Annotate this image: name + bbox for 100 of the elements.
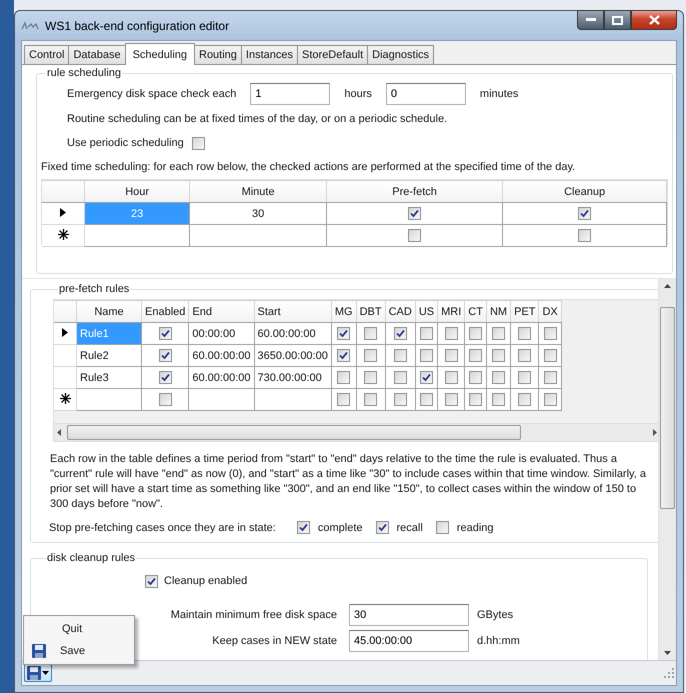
checkbox[interactable] (394, 371, 407, 384)
checkbox[interactable] (192, 136, 205, 150)
checkbox[interactable] (420, 327, 433, 340)
column-header: Minute (190, 180, 326, 202)
checkbox[interactable] (158, 393, 172, 406)
checkbox[interactable] (492, 393, 505, 406)
checkbox[interactable] (578, 207, 592, 220)
checkbox[interactable] (337, 393, 350, 406)
group-title: rule scheduling (46, 67, 122, 79)
tab[interactable]: Database (68, 45, 126, 64)
checkbox[interactable] (578, 229, 592, 242)
table-cell[interactable]: 730.00:00:00 (254, 366, 332, 388)
checkbox[interactable] (518, 327, 532, 340)
checkbox-label: complete (318, 522, 362, 534)
column-header: Start (254, 300, 332, 322)
tab[interactable]: StoreDefault (297, 45, 368, 64)
text-field[interactable]: 45.00:00:00 (349, 630, 469, 652)
checkbox[interactable] (296, 521, 310, 534)
checkbox[interactable] (364, 327, 378, 340)
tab[interactable]: Diagnostics (367, 45, 434, 64)
checkbox[interactable] (376, 521, 388, 534)
current-row-icon (60, 208, 66, 216)
checkbox[interactable] (394, 393, 407, 406)
column-header: DX (538, 300, 562, 322)
table-cell[interactable]: 60.00:00:00 (188, 366, 254, 388)
checkbox[interactable] (518, 349, 532, 362)
checkbox[interactable] (364, 371, 378, 384)
table-cell[interactable]: Rule3 (76, 366, 142, 388)
table-cell[interactable]: 60.00:00:00 (188, 344, 254, 366)
checkbox[interactable] (420, 371, 433, 384)
checkbox[interactable] (408, 207, 422, 220)
table-cell[interactable]: Rule2 (76, 344, 142, 366)
table-cell[interactable]: 30 (190, 202, 326, 224)
checkbox[interactable] (444, 327, 458, 340)
column-header: Pre-fetch (326, 180, 503, 202)
table-cell[interactable]: 00:00:00 (188, 322, 254, 344)
tab[interactable]: Routing (194, 45, 242, 64)
description-text: Routine scheduling can be at fixed times of the day, or on a periodic schedule. (67, 113, 448, 125)
checkbox[interactable] (420, 349, 433, 362)
label: Emergency disk space check each (67, 88, 236, 100)
text-field[interactable]: 0 (386, 83, 466, 105)
checkbox[interactable] (492, 349, 505, 362)
checkbox[interactable] (469, 327, 482, 340)
checkbox[interactable] (436, 521, 449, 534)
save-split-button[interactable] (24, 664, 52, 682)
checkbox[interactable] (364, 349, 378, 362)
checkbox[interactable] (408, 229, 422, 242)
column-header: Cleanup (502, 180, 666, 202)
checkbox[interactable] (444, 371, 458, 384)
tab[interactable]: Instances (240, 45, 298, 64)
minimize-button[interactable] (577, 10, 604, 30)
menu-item[interactable]: Save (60, 645, 86, 657)
checkbox[interactable] (518, 393, 532, 406)
window-title: WS1 back-end configuration editor (45, 18, 230, 32)
column-header: Enabled (142, 300, 189, 322)
checkbox[interactable] (518, 371, 532, 384)
label: Stop pre-fetching cases once they are in state: (49, 522, 276, 534)
checkbox[interactable] (158, 371, 172, 384)
horizontal-scrollbar[interactable] (54, 423, 658, 441)
text-field[interactable]: 1 (250, 83, 330, 105)
checkbox[interactable] (544, 371, 557, 384)
column-header: CT (464, 300, 486, 322)
label: Keep cases in NEW state (212, 635, 338, 647)
menu-item[interactable]: Quit (62, 623, 82, 635)
tab[interactable]: Scheduling (124, 43, 195, 65)
unit-label: d.hh:mm (477, 635, 521, 647)
checkbox[interactable] (337, 349, 350, 362)
checkbox[interactable] (469, 393, 482, 406)
text-field[interactable]: 30 (349, 604, 469, 626)
checkbox[interactable] (544, 349, 557, 362)
checkbox[interactable] (444, 349, 458, 362)
group-title: disk cleanup rules (46, 552, 136, 564)
checkbox[interactable] (158, 327, 172, 340)
table-cell[interactable]: 60.00:00:00 (254, 322, 332, 344)
checkbox[interactable] (444, 393, 458, 406)
checkbox[interactable] (394, 327, 407, 340)
checkbox[interactable] (492, 371, 505, 384)
checkbox[interactable] (145, 574, 158, 588)
checkbox[interactable] (364, 393, 378, 406)
checkbox[interactable] (337, 371, 350, 384)
close-icon (648, 15, 660, 25)
checkbox[interactable] (544, 327, 557, 340)
checkbox[interactable] (544, 393, 557, 406)
checkbox[interactable] (469, 349, 482, 362)
table-cell[interactable]: 3650.00:00:00 (254, 344, 332, 366)
checkbox[interactable] (337, 327, 350, 340)
column-header: PET (510, 300, 539, 322)
checkbox[interactable] (394, 349, 407, 362)
maximize-icon (612, 16, 623, 24)
column-header: Hour (84, 180, 190, 202)
checkbox[interactable] (492, 327, 505, 340)
checkbox[interactable] (469, 371, 482, 384)
checkbox[interactable] (420, 393, 433, 406)
column-header: CAD (385, 300, 416, 322)
column-header: DBT (356, 300, 386, 322)
tab[interactable]: Control (24, 45, 70, 64)
checkbox[interactable] (158, 349, 172, 362)
vertical-scrollbar[interactable] (658, 279, 676, 660)
maximize-button[interactable] (604, 10, 631, 30)
close-button[interactable] (631, 10, 677, 30)
